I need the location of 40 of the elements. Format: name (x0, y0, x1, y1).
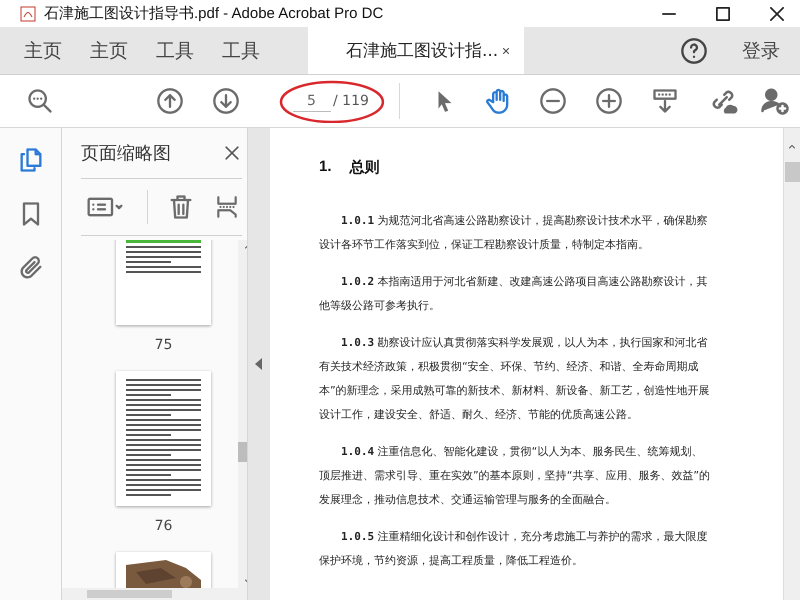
page-thumbnail[interactable] (116, 371, 211, 506)
section-number: 1. (319, 158, 332, 177)
maximize-icon (716, 6, 730, 20)
zoom-out-icon (538, 87, 567, 115)
zoom-in-icon (594, 87, 623, 115)
menu-tab[interactable]: 主页 (10, 27, 76, 74)
paragraph: 1.0.2 本指南适用于河北省新建、改建高速公路项目高速公路勘察设计，其他等级公路可参考执行。 (319, 274, 709, 314)
window-title: 石津施工图设计指导书.pdf - Adobe Acrobat Pro DC (44, 4, 384, 23)
page-break-icon (214, 193, 240, 221)
scrollbar-thumb[interactable] (87, 590, 172, 598)
fit-page-icon (650, 87, 679, 115)
document-tab[interactable]: 石津施工图设计指... (308, 27, 524, 74)
page-count: / 119 (333, 93, 369, 109)
menu-tab[interactable]: 工具 (142, 27, 208, 74)
up-arrow-button[interactable] (155, 86, 185, 116)
help-button[interactable] (680, 36, 708, 64)
panel-title: 页面缩略图 (81, 142, 171, 165)
zoom-out-button[interactable] (538, 86, 568, 116)
paragraph: 1.0.3 勘察设计应认真贯彻落实科学发展观，以人为本，执行国家和河北省有关技术经济政策，积极贯彻“安全、环保、节约、经济、和谐、全寿命周期成本”的新理念，采用成熟可靠的新技术、新材料、新设备、新工艺，创造性地开展设计工作，建设安全、舒适、耐久、经济、节能的优质高速公路。 (319, 335, 711, 423)
help-icon (680, 36, 708, 64)
menu-tab[interactable]: 工具 (208, 27, 274, 74)
paragraph: 1.0.1 为规范河北省高速公路勘察设计，提高勘察设计技术水平，确保勘察设计各环节工作落实到位，保证工程勘察设计质量，特制定本指南。 (319, 213, 709, 253)
minimize-icon (662, 12, 676, 14)
add-user-icon (760, 86, 790, 116)
page-number-field[interactable]: 5 (293, 90, 331, 112)
menu-tab[interactable]: 主页 (76, 27, 142, 74)
app-icon (20, 6, 36, 22)
paragraph: 1.0.4 注重信息化、智能化建设，贯彻“以人为本、服务民生、统筹规划、顶层推进、需求引导、重在实效”的基本原则，坚持“共享、应用、服务、效益”的发展理念，推动信息技术、交通运输管理与服务的全面融合。 (319, 444, 711, 508)
paragraph: 1.0.5 注重精细化设计和创作设计，充分考虑施工与养护的需求，最大限度保护环境，节约资源，提高工程质量，降低工程造价。 (319, 529, 709, 569)
close-icon (770, 6, 784, 20)
zoom-in-button[interactable] (594, 86, 624, 116)
page-number: 75 (154, 337, 172, 353)
down-arrow-button[interactable] (211, 86, 241, 116)
add-user-button[interactable] (760, 86, 790, 116)
page-number: 76 (154, 518, 172, 534)
search-icon (26, 87, 54, 115)
sign-in-button[interactable]: 登录 (742, 27, 800, 74)
section-heading: 总则 (350, 158, 380, 177)
collapse-icon[interactable] (255, 358, 263, 370)
scrollbar-thumb[interactable] (784, 162, 800, 182)
